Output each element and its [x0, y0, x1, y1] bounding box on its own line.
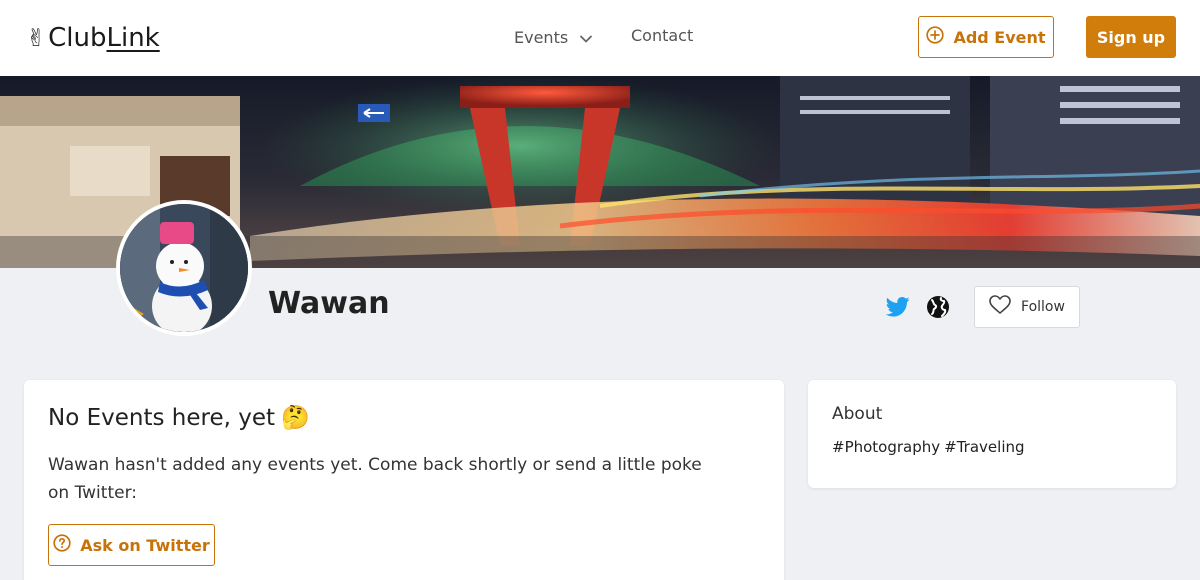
- events-title-text: No Events here, yet: [48, 404, 276, 431]
- events-empty-message: Wawan hasn't added any events yet. Come …: [48, 455, 702, 503]
- tag-traveling[interactable]: #Traveling: [944, 438, 1024, 456]
- about-tags: #Photography #Traveling: [832, 438, 1152, 456]
- question-circle-icon: [53, 534, 71, 556]
- snowman-photo: [120, 204, 248, 332]
- profile-name: Wawan: [268, 286, 390, 321]
- follow-label: Follow: [1021, 299, 1065, 315]
- victory-hand-icon: ✌: [26, 24, 47, 52]
- nav-events-label: Events: [514, 27, 569, 47]
- logo-text-club: Club: [48, 23, 107, 53]
- ask-on-twitter-label: Ask on Twitter: [80, 535, 210, 555]
- add-event-label: Add Event: [953, 27, 1046, 47]
- sign-up-button[interactable]: Sign up: [1086, 16, 1176, 58]
- profile-avatar: [116, 200, 252, 336]
- top-navbar: ✌ Club Link Events Contact Add Event Sign…: [0, 0, 1200, 76]
- twitter-icon[interactable]: [885, 296, 910, 318]
- logo-text-link: Link: [106, 23, 160, 53]
- events-card-title: No Events here, yet 🤔: [48, 404, 760, 432]
- thinking-face-emoji: 🤔: [281, 405, 310, 431]
- nav-events-dropdown[interactable]: Events: [514, 26, 593, 48]
- nav-contact-link[interactable]: Contact: [631, 26, 693, 48]
- add-event-button[interactable]: Add Event: [918, 16, 1054, 58]
- clublink-logo[interactable]: ✌ Club Link: [26, 20, 160, 56]
- tag-photography[interactable]: #Photography: [832, 438, 940, 456]
- about-card: About #Photography #Traveling: [808, 380, 1176, 488]
- follow-button[interactable]: Follow: [974, 286, 1080, 328]
- globe-icon[interactable]: [926, 295, 950, 319]
- heart-outline-icon: [989, 295, 1011, 319]
- events-card: No Events here, yet 🤔 Wawan hasn't added…: [24, 380, 784, 580]
- chevron-down-icon: [580, 28, 593, 47]
- about-title: About: [832, 404, 883, 424]
- ask-on-twitter-button[interactable]: Ask on Twitter: [48, 524, 215, 566]
- plus-circle-icon: [926, 26, 945, 48]
